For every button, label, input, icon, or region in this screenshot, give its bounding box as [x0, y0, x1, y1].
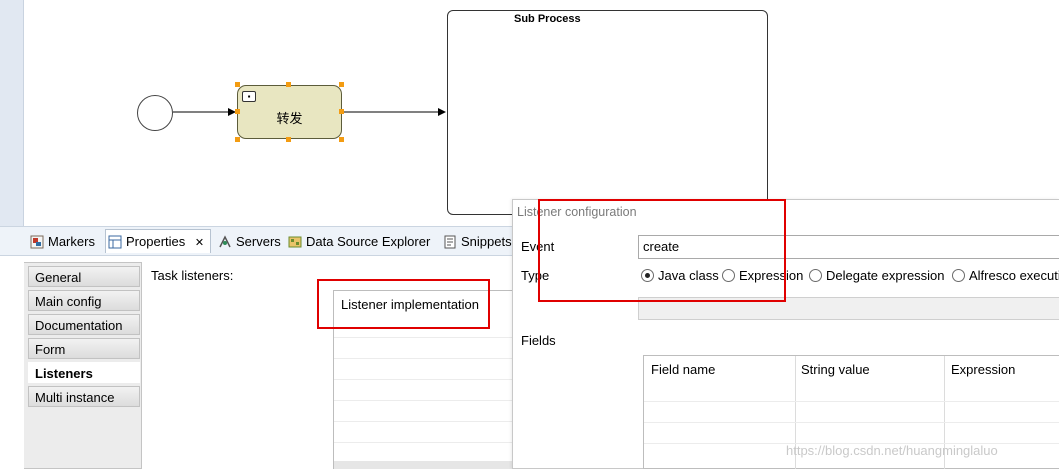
side-item-form[interactable]: Form: [28, 338, 140, 359]
table-row[interactable]: [334, 442, 520, 443]
column-header-expression[interactable]: Expression: [951, 362, 1015, 377]
user-task-icon: ▪: [242, 91, 256, 102]
servers-icon: [219, 235, 231, 248]
tab-properties[interactable]: Properties ✕: [105, 229, 212, 253]
tab-label: Servers: [236, 234, 281, 249]
selection-handle[interactable]: [286, 137, 291, 142]
radio-label: Delegate expression: [826, 268, 945, 283]
radio-label: Alfresco executi: [969, 268, 1059, 283]
radio-icon[interactable]: [809, 269, 822, 282]
column-header-string-value[interactable]: String value: [801, 362, 870, 377]
table-row[interactable]: [334, 379, 520, 380]
fields-label: Fields: [521, 333, 556, 348]
selection-handle[interactable]: [339, 137, 344, 142]
task-label: 转发: [276, 111, 303, 126]
table-row[interactable]: [334, 400, 520, 401]
side-item-listeners[interactable]: Listeners: [28, 362, 140, 383]
tab-label: Properties: [126, 234, 186, 249]
side-item-main-config[interactable]: Main config: [28, 290, 140, 311]
table-row[interactable]: [644, 401, 1059, 402]
tab-label: Snippets: [461, 234, 512, 249]
tab-label: Markers: [48, 234, 95, 249]
database-icon: [288, 236, 302, 248]
selection-handle[interactable]: [235, 82, 240, 87]
table-row[interactable]: [644, 422, 1059, 423]
start-event[interactable]: [137, 95, 173, 131]
watermark: https://blog.csdn.net/huangminglaluo: [786, 443, 998, 458]
annotation-box: [317, 279, 490, 329]
type-option-alfresco[interactable]: Alfresco executi: [952, 268, 1059, 283]
tab-servers[interactable]: Servers: [216, 232, 281, 252]
properties-icon: [108, 235, 122, 249]
tab-data-source-explorer[interactable]: Data Source Explorer: [286, 232, 430, 252]
selection-handle[interactable]: [235, 109, 240, 114]
markers-icon: [30, 235, 44, 249]
subprocess-title: Sub Process: [514, 13, 581, 25]
side-item-multi-instance[interactable]: Multi instance: [28, 386, 140, 407]
snippets-icon: [444, 235, 456, 249]
radio-icon[interactable]: [952, 269, 965, 282]
side-item-general[interactable]: General: [28, 266, 140, 287]
selection-handle[interactable]: [339, 82, 344, 87]
side-item-documentation[interactable]: Documentation: [28, 314, 140, 335]
close-icon[interactable]: ✕: [195, 237, 204, 249]
column-header-field-name[interactable]: Field name: [651, 362, 715, 377]
subprocess[interactable]: [447, 10, 768, 215]
table-row[interactable]: [334, 421, 520, 422]
tab-snippets[interactable]: Snippets: [441, 232, 512, 252]
selection-handle[interactable]: [235, 137, 240, 142]
table-row[interactable]: [334, 358, 520, 359]
type-option-delegate-expression[interactable]: Delegate expression: [809, 268, 945, 283]
horizontal-scrollbar[interactable]: [334, 461, 520, 469]
tab-markers[interactable]: Markers: [28, 232, 95, 252]
selection-handle[interactable]: [286, 82, 291, 87]
table-row[interactable]: [334, 337, 520, 338]
task-listeners-label: Task listeners:: [151, 268, 234, 283]
selection-handle[interactable]: [339, 109, 344, 114]
tab-label: Data Source Explorer: [306, 234, 431, 249]
annotation-box: [538, 199, 786, 302]
